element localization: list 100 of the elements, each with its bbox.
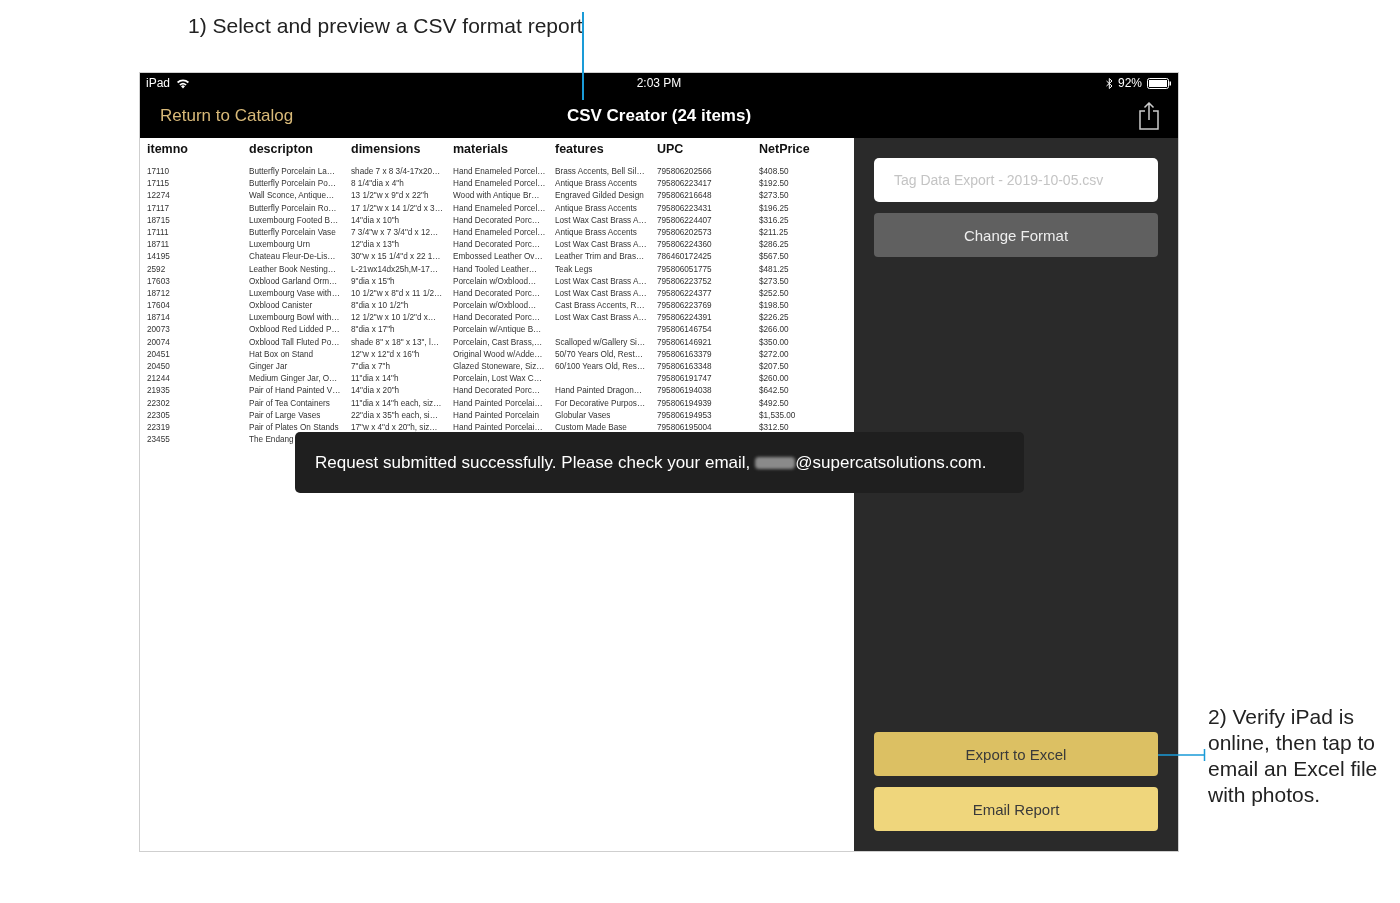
back-button[interactable]: Return to Catalog <box>160 105 294 126</box>
table-cell-text: Hand Enameled Porcel… <box>453 178 547 191</box>
table-cell-text: 14"dia x 20"h <box>351 385 401 398</box>
wifi-icon <box>176 77 191 89</box>
share-icon[interactable] <box>1138 101 1160 130</box>
table-cell-text: L-21wx14dx25h,M-17… <box>351 263 439 276</box>
table-cell-text: 22302 <box>147 397 171 410</box>
table-cell-text: Oxblood Red Lidded P… <box>249 324 341 337</box>
table-cell-text: Pair of Large Vases <box>249 409 322 422</box>
table-cell-text: 12"dia x 13"h <box>351 239 401 252</box>
table-cell-text: $211.25 <box>759 226 789 239</box>
table-cell-text: $316.25 <box>759 214 790 227</box>
table-cell-text: 12274 <box>147 190 171 203</box>
table-cell-text: shade 8" x 18" x 13", l… <box>351 336 440 349</box>
table-cell-text: Pair of Tea Containers <box>249 397 331 410</box>
redacted-block <box>755 456 796 469</box>
table-cell-text: 21935 <box>147 385 171 398</box>
action-button[interactable]: Change Format <box>874 213 1158 257</box>
column-header: itemno <box>147 141 189 158</box>
table-cell-text: 17111 <box>147 226 170 239</box>
table-cell-text: $492.50 <box>759 397 790 410</box>
table-cell-text: $252.50 <box>759 287 790 300</box>
table-cell-text: Luxembourg Urn <box>249 239 311 252</box>
table-cell-text: Chateau Fleur-De-Lis… <box>249 251 337 264</box>
device-name: iPad <box>146 76 171 90</box>
table-cell-text: 795806051775 <box>657 263 713 276</box>
table-cell-text: Globular Vases <box>555 409 612 422</box>
table-cell-text: 795806224391 <box>657 312 713 325</box>
table-cell-text: 795806216648 <box>657 190 713 203</box>
table-cell-text: 786460172425 <box>657 251 713 264</box>
column-header: dimensions <box>351 141 422 158</box>
table-cell-text: 17603 <box>147 275 171 288</box>
table-cell-text: Embossed Leather Ov… <box>453 251 544 264</box>
table-cell-text: 21244 <box>147 373 171 386</box>
table-cell-text: Original Wood w/Adde… <box>453 348 544 361</box>
table-cell-text: Hand Painted Porcelain <box>453 409 541 422</box>
table-cell-text: Glazed Stoneware, Siz… <box>453 361 546 373</box>
table-cell-text: 795806163348 <box>657 361 713 373</box>
table-cell-text: Hand Decorated Porc… <box>453 214 541 227</box>
table-cell-text: 60/100 Years Old, Res… <box>555 361 647 373</box>
table-cell-text: 50/70 Years Old, Rest… <box>555 348 644 361</box>
table-cell-text: $567.50 <box>759 251 790 264</box>
toast-message: @supercatsolutions.com. <box>795 452 987 473</box>
table-cell-text: $273.50 <box>759 275 790 288</box>
table-cell-text: Antique Brass Accents <box>555 226 638 239</box>
leader-line <box>1158 749 1206 761</box>
file-name-field[interactable]: Tag Data Export - 2019-10-05.csv <box>874 158 1158 202</box>
screen-title: CSV Creator (24 items) <box>566 105 752 126</box>
table-cell-text: 18714 <box>147 312 171 325</box>
table-cell-text: Porcelain w/Antique B… <box>453 324 543 337</box>
table-cell-text: 8"dia x 10 1/2"h <box>351 300 410 313</box>
table-cell-text: Pair of Hand Painted V… <box>249 385 342 398</box>
table-cell-text: 11"dia x 14"h each, siz… <box>351 397 443 410</box>
table-cell-text: Hand Decorated Porc… <box>453 239 541 252</box>
table-cell-text: shade 7 x 8 3/4-17x20… <box>351 166 442 178</box>
table-cell-text: $408.50 <box>759 166 790 178</box>
table-cell-text: Porcelain w/Oxblood… <box>453 275 538 288</box>
table-cell-text: 795806223769 <box>657 300 713 313</box>
table-cell-text: $642.50 <box>759 385 790 398</box>
table-cell-text: $1,535.00 <box>759 409 797 422</box>
table-cell-text: Pair of Plates On Stands <box>249 421 340 434</box>
table-cell-text: Antique Brass Accents <box>555 202 638 215</box>
table-cell-text: Hand Decorated Porc… <box>453 312 541 325</box>
table-cell-text: 11"dia x 14"h <box>351 373 400 386</box>
table-cell-text: 22"dia x 35"h each, si… <box>351 409 439 422</box>
table-cell-text: Oxblood Garland Orm… <box>249 275 339 288</box>
table-cell-text: $226.25 <box>759 312 790 325</box>
table-cell-text: 17117 <box>147 202 171 215</box>
table-cell-text: Teak Legs <box>555 263 594 276</box>
table-cell-text: 795806202566 <box>657 166 713 178</box>
table-cell-text: Brass Accents, Bell Sil… <box>555 166 646 178</box>
table-cell-text: 20073 <box>147 324 171 337</box>
table-cell-text: 795806224377 <box>657 287 713 300</box>
column-header: descripton <box>249 141 314 158</box>
column-header: features <box>555 141 605 158</box>
table-cell-text: 8"dia x 17"h <box>351 324 396 337</box>
action-button[interactable]: Export to Excel <box>874 732 1158 776</box>
table-cell-text: 18712 <box>147 287 171 300</box>
table-cell-text: $192.50 <box>759 178 790 191</box>
table-cell-text: 17115 <box>147 178 171 191</box>
table-cell-text: Luxembourg Vase with… <box>249 287 341 300</box>
table-cell-text: $198.50 <box>759 300 790 313</box>
table-cell-text: $481.25 <box>759 263 790 276</box>
table-cell-text: Hand Enameled Porcel… <box>453 166 547 178</box>
table-cell-text: 795806202573 <box>657 226 713 239</box>
table-cell-text: Hand Enameled Porcel… <box>453 226 547 239</box>
table-cell-text: Porcelain w/Oxblood… <box>453 300 538 313</box>
table-cell-text: Hand Decorated Porc… <box>453 287 541 300</box>
table-cell-text: Custom Made Base <box>555 421 628 434</box>
table-cell-text: Butterfly Porcelain Ro… <box>249 202 338 215</box>
table-cell-text: 18715 <box>147 214 171 227</box>
column-header: NetPrice <box>759 141 811 158</box>
table-cell-text: 795806163379 <box>657 348 713 361</box>
table-cell-text: Lost Wax Cast Brass A… <box>555 312 648 325</box>
action-button[interactable]: Email Report <box>874 787 1158 831</box>
table-cell-text: Luxembourg Bowl with… <box>249 312 341 325</box>
column-header: materials <box>453 141 509 158</box>
table-cell-text: 7 3/4"w x 7 3/4"d x 12… <box>351 226 440 239</box>
toast-message: Request submitted successfully. Please check your email, <box>315 452 751 473</box>
table-cell-text: 10 1/2"w x 8"d x 11 1/2… <box>351 287 444 300</box>
